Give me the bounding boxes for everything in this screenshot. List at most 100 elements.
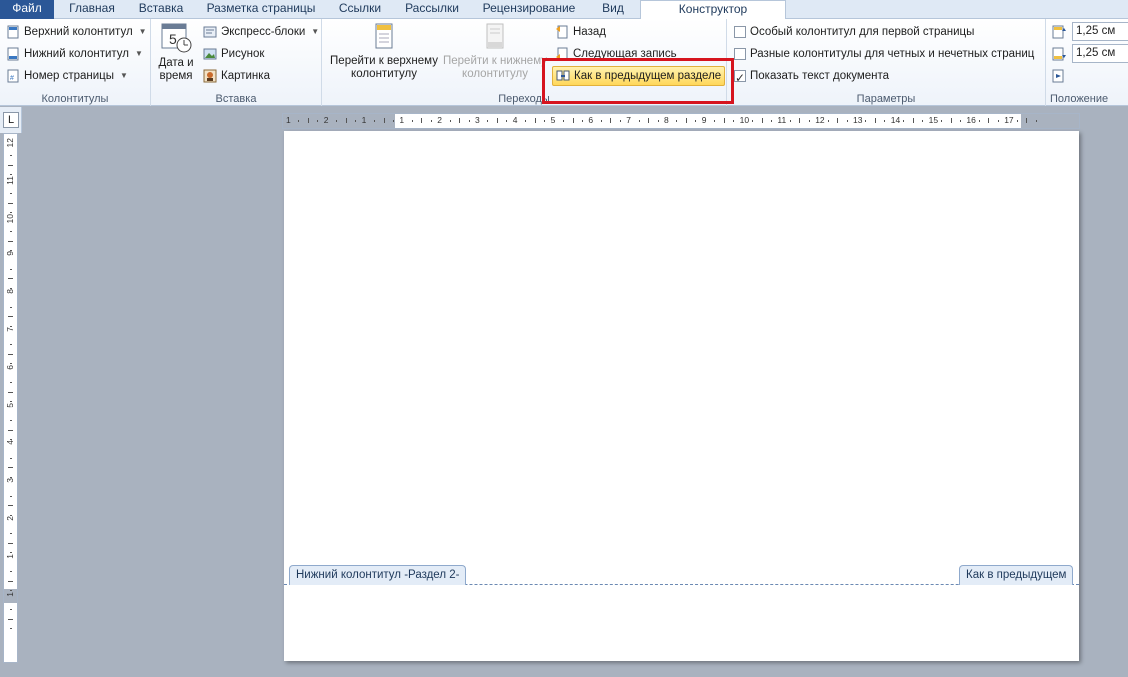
ruler-tick (8, 542, 13, 544)
quick-parts-button[interactable]: Экспресс-блоки ▼ (203, 22, 319, 42)
ruler-tick (572, 118, 574, 123)
ruler-tick (685, 118, 687, 123)
header-position-icon (1052, 25, 1066, 39)
ruler-tick (468, 120, 470, 122)
header-position-field[interactable]: 1,25 см (1072, 22, 1128, 41)
header-icon (7, 25, 19, 39)
date-time-button[interactable]: 5 Дата и время (155, 23, 197, 83)
ruler-tick (733, 120, 735, 122)
ruler-number: 4 (512, 115, 518, 125)
ruler-tick (10, 193, 12, 195)
ruler-right-margin (1021, 114, 1079, 128)
different-odd-even-option[interactable]: Разные колонтитулы для четных и нечетных… (734, 44, 1034, 64)
go-to-footer-label-2: колонтитулу (462, 68, 528, 80)
ruler-tick (459, 118, 461, 123)
ruler-tick (10, 268, 12, 270)
ruler-number: 10 (739, 115, 750, 125)
tab-view[interactable]: Вид (592, 0, 634, 19)
ruler-tick (10, 609, 12, 611)
page-number-button[interactable]: # Номер страницы ▼ (6, 66, 128, 86)
group-options: Особый колонтитул для первой страницы Ра… (727, 19, 1046, 106)
tab-references[interactable]: Ссылки (330, 0, 390, 19)
ruler-number: 9 (701, 115, 707, 125)
ruler-tick (8, 164, 13, 166)
ruler-tick (978, 120, 980, 122)
group-label-position: Положение (1050, 93, 1109, 105)
different-first-page-checkbox[interactable] (734, 26, 746, 38)
tab-selector[interactable]: L (3, 112, 19, 128)
ruler-tick (10, 457, 12, 459)
ruler-tick (10, 344, 12, 346)
tab-design[interactable]: Конструктор (640, 0, 786, 20)
vertical-ruler[interactable]: 12 11 10 9 8 7 6 5 4 3 2 1 1 (3, 133, 18, 663)
ruler-tick (487, 120, 489, 122)
group-position: 1,25 см 1,25 см Положение (1046, 19, 1128, 106)
tab-review[interactable]: Рецензирование (474, 0, 584, 19)
previous-label: Назад (573, 26, 606, 38)
calendar-clock-icon: 5 (161, 23, 192, 53)
ruler-tick (1016, 120, 1018, 122)
clip-art-button[interactable]: Картинка (203, 66, 270, 86)
ruler-tick (430, 120, 432, 122)
ruler-tick (525, 120, 527, 122)
ruler-tick (874, 118, 876, 123)
ruler-tick (411, 120, 413, 122)
page-number-icon: # (7, 69, 19, 83)
ruler-tick (600, 120, 602, 122)
ruler-tick (997, 120, 999, 122)
same-as-previous-label: Как в предыдущем (959, 565, 1074, 585)
ruler-number: 1 (5, 591, 15, 597)
group-label-insert: Вставка (215, 93, 257, 105)
quick-parts-icon (203, 26, 217, 38)
different-odd-even-checkbox[interactable] (734, 48, 746, 60)
ruler-number: 6 (588, 115, 594, 125)
ruler-tick (8, 467, 13, 469)
insert-alignment-tab-icon[interactable] (1052, 69, 1066, 83)
footer-position-field[interactable]: 1,25 см (1072, 44, 1128, 63)
ruler-tick (865, 120, 867, 122)
ruler-number: 2 (437, 115, 442, 125)
go-to-header-label-2: колонтитулу (351, 68, 417, 80)
tab-insert[interactable]: Вставка (130, 0, 192, 19)
ruler-tick (374, 120, 376, 122)
ruler-tick (8, 580, 13, 582)
ruler-tick (544, 120, 546, 122)
go-to-header-button[interactable]: Перейти к верхнему колонтитулу (326, 23, 442, 81)
picture-button[interactable]: Рисунок (203, 44, 264, 64)
tab-file[interactable]: Файл (0, 0, 54, 19)
go-to-footer-button[interactable]: Перейти к нижнему колонтитулу (440, 23, 550, 81)
ruler-tick (10, 571, 12, 573)
show-document-text-checkbox[interactable] (734, 68, 746, 88)
header-button[interactable]: Верхний колонтитул ▼ (6, 22, 147, 42)
footer-button[interactable]: Нижний колонтитул ▼ (6, 44, 143, 64)
ruler-number: 2 (5, 516, 15, 521)
ruler-tick (808, 120, 810, 122)
ruler-tick (1035, 120, 1037, 122)
ruler-tick (723, 118, 725, 123)
chevron-down-icon: ▼ (120, 71, 128, 80)
ruler-tick (336, 120, 338, 122)
ruler-tick (10, 231, 12, 233)
tab-mailings[interactable]: Рассылки (398, 0, 466, 19)
go-to-footer-label-1: Перейти к нижнему (443, 55, 547, 67)
ruler-tick (761, 118, 763, 123)
show-document-text-option[interactable]: Показать текст документа (734, 66, 889, 88)
different-first-page-option[interactable]: Особый колонтитул для первой страницы (734, 22, 974, 42)
ruler-number: 13 (853, 115, 863, 125)
ruler-tick (10, 155, 12, 157)
previous-button[interactable]: Назад (555, 22, 606, 42)
ruler-tick (676, 120, 678, 122)
horizontal-ruler[interactable]: 1 2 1 1 2 3 4 5 6 7 8 9 10 11 12 13 14 15 16 17 (282, 113, 1080, 129)
ruler-tick (534, 118, 536, 123)
ruler-number: 11 (5, 175, 15, 185)
ruler-tick (383, 118, 385, 123)
go-to-footer-icon (486, 23, 504, 49)
ruler-number: 4 (5, 440, 15, 446)
tab-page-layout[interactable]: Разметка страницы (200, 0, 322, 19)
svg-text:5: 5 (169, 31, 177, 47)
ruler-tick (752, 120, 754, 122)
chevron-down-icon: ▼ (138, 27, 147, 36)
tab-home[interactable]: Главная (62, 0, 122, 19)
ruler-left-margin (283, 114, 395, 128)
ruler-number: 12 (815, 115, 825, 125)
